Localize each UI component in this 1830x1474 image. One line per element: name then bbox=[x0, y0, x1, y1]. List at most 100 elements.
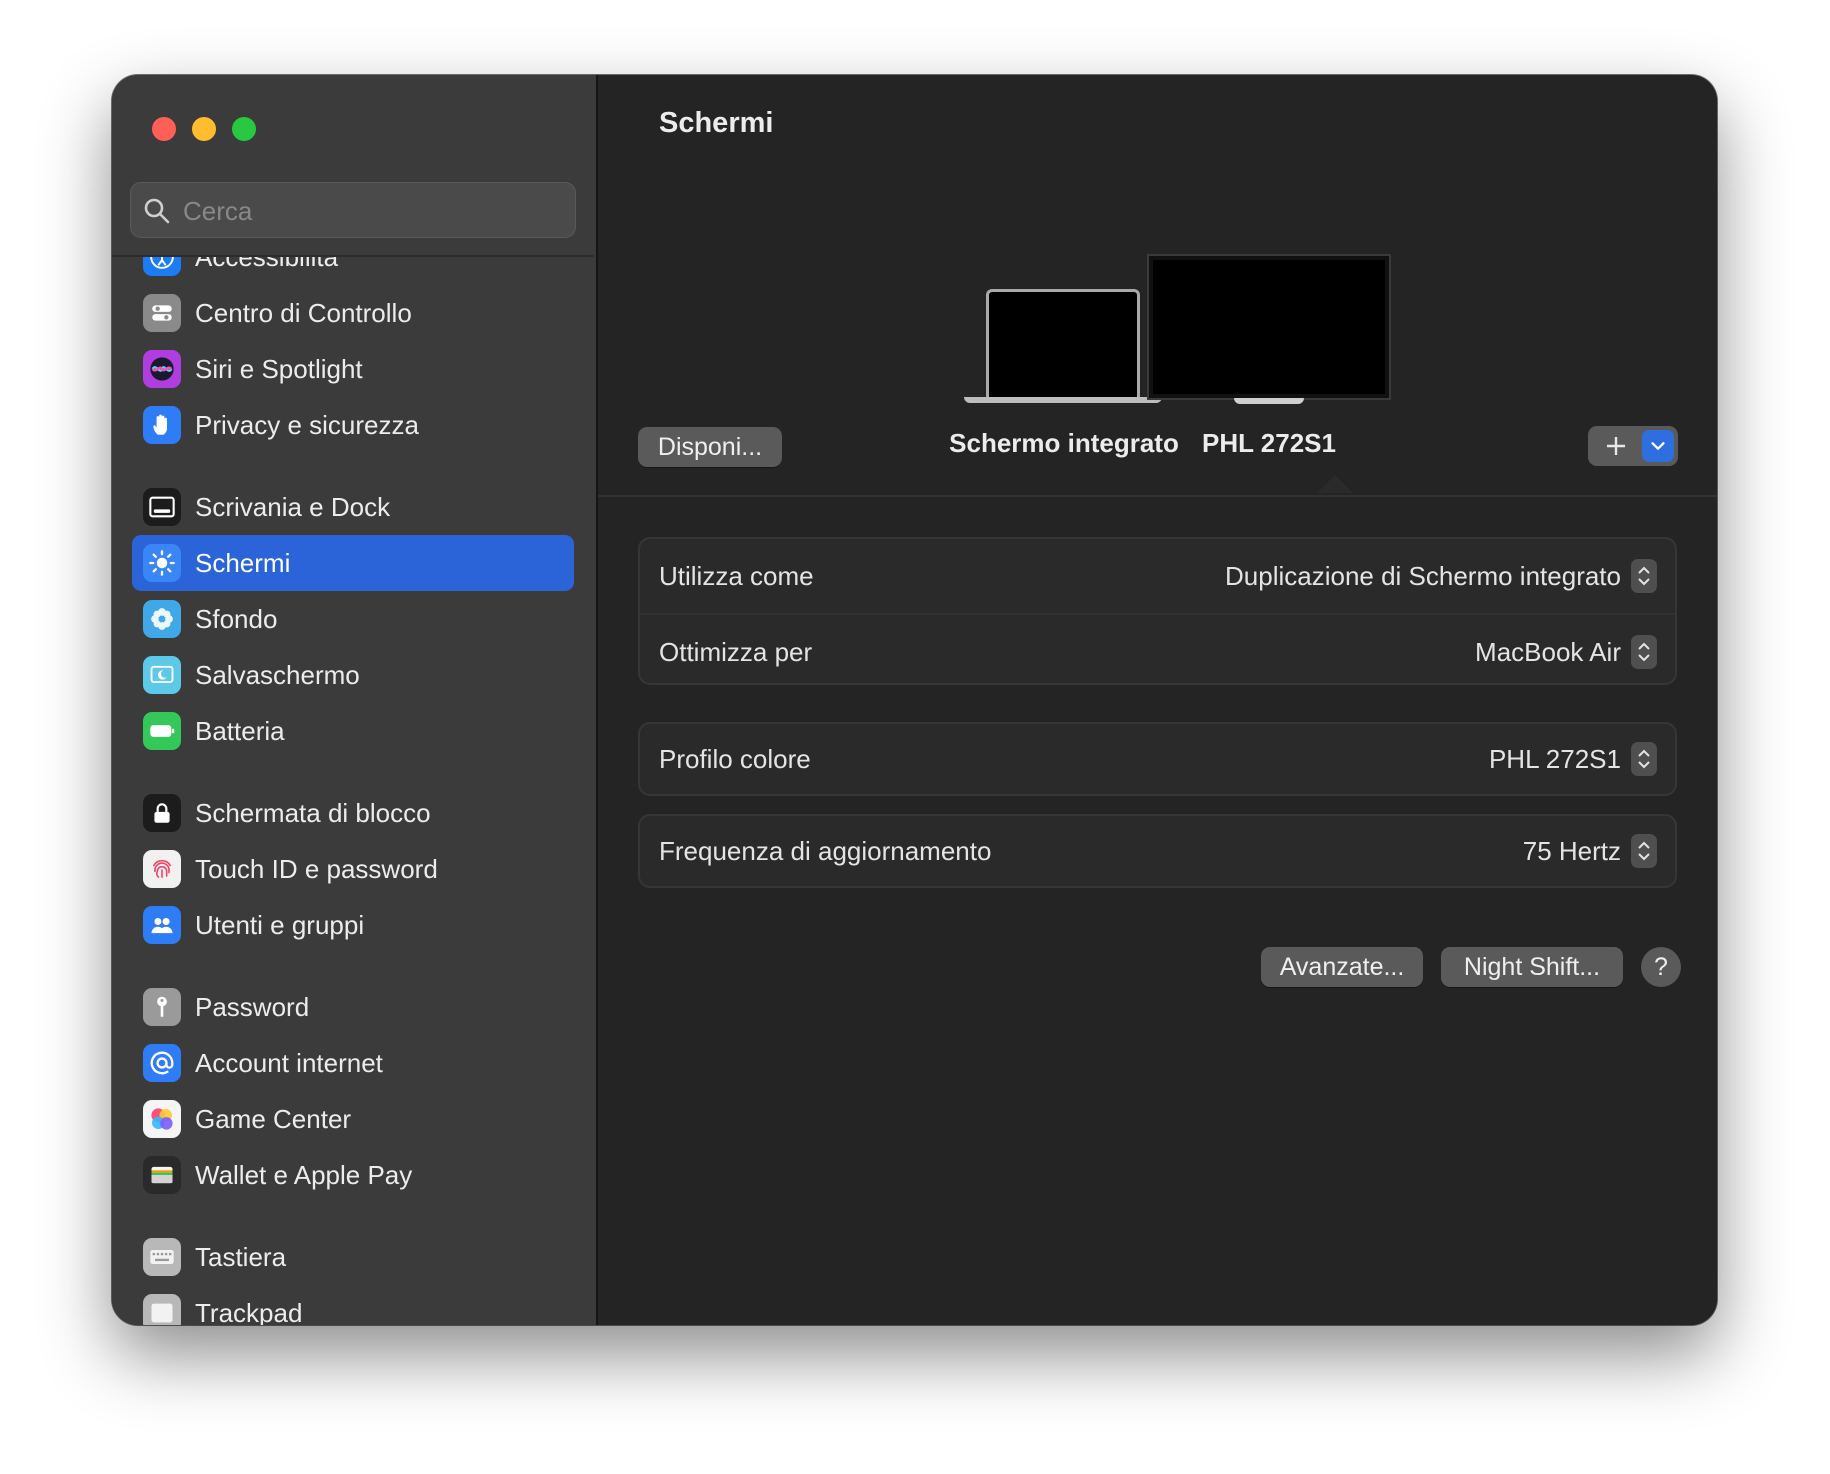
sidebar-item-touch-id-e-password[interactable]: Touch ID e password bbox=[132, 841, 574, 897]
display-arrangement: Disponi... Schermo integrato PHL 272S1 bbox=[598, 75, 1717, 497]
battery-icon bbox=[143, 712, 181, 750]
sidebar-item-label: Salvaschermo bbox=[195, 659, 360, 690]
optimize-for-row[interactable]: Ottimizza per MacBook Air bbox=[640, 613, 1675, 689]
search-field[interactable] bbox=[130, 182, 576, 239]
wallet-icon bbox=[143, 1156, 181, 1194]
optimize-for-label: Ottimizza per bbox=[659, 636, 813, 667]
sidebar-item-utenti-e-gruppi[interactable]: Utenti e gruppi bbox=[132, 897, 574, 953]
refresh-rate-value: 75 Hertz bbox=[1522, 835, 1621, 866]
users-icon bbox=[143, 906, 181, 944]
color-profile-row[interactable]: Profilo colore PHL 272S1 bbox=[640, 724, 1675, 794]
sidebar-item-batteria[interactable]: Batteria bbox=[132, 703, 574, 759]
add-display-control[interactable] bbox=[1588, 426, 1678, 466]
sidebar-item-trackpad[interactable]: Trackpad bbox=[132, 1285, 574, 1325]
sidebar-item-label: Schermata di blocco bbox=[195, 797, 431, 828]
dock-icon bbox=[143, 488, 181, 526]
sidebar-item-label: Account internet bbox=[195, 1047, 383, 1078]
refresh-rate-row[interactable]: Frequenza di aggiornamento 75 Hertz bbox=[640, 816, 1675, 886]
use-as-popup[interactable]: Duplicazione di Schermo integrato bbox=[1225, 559, 1657, 593]
updown-chevron-icon bbox=[1631, 635, 1657, 669]
wallpaper-icon bbox=[143, 600, 181, 638]
sidebar-item-label: Schermi bbox=[195, 547, 291, 578]
refresh-rate-label: Frequenza di aggiornamento bbox=[659, 835, 992, 866]
use-as-label: Utilizza come bbox=[659, 560, 814, 591]
sidebar-group: Tastiera Trackpad bbox=[112, 1229, 594, 1325]
display-mode-card: Utilizza come Duplicazione di Schermo in… bbox=[638, 537, 1677, 685]
color-profile-label: Profilo colore bbox=[659, 743, 811, 774]
sidebar-item-label: Wallet e Apple Pay bbox=[195, 1159, 413, 1190]
sidebar-group: Accessibilità Centro di Controllo Siri e S… bbox=[112, 257, 594, 453]
use-as-value: Duplicazione di Schermo integrato bbox=[1225, 560, 1621, 591]
help-button[interactable]: ? bbox=[1641, 947, 1681, 987]
sidebar-item-wallet-e-apple-pay[interactable]: Wallet e Apple Pay bbox=[132, 1147, 574, 1203]
color-profile-card: Profilo colore PHL 272S1 bbox=[638, 722, 1677, 796]
sidebar-item-accessibilità[interactable]: Accessibilità bbox=[132, 257, 574, 285]
sidebar-item-label: Accessibilità bbox=[195, 257, 338, 273]
arrange-button[interactable]: Disponi... bbox=[638, 427, 782, 467]
sidebar-item-label: Trackpad bbox=[195, 1297, 303, 1326]
sidebar-item-label: Privacy e sicurezza bbox=[195, 409, 419, 440]
sidebar-item-sfondo[interactable]: Sfondo bbox=[132, 591, 574, 647]
sidebar-item-label: Touch ID e password bbox=[195, 853, 438, 884]
brightness-icon bbox=[143, 544, 181, 582]
siri-icon bbox=[143, 350, 181, 388]
main-pane: Schermi Disponi... Schermo integrato PHL… bbox=[598, 75, 1717, 1325]
sidebar-item-password[interactable]: Password bbox=[132, 979, 574, 1035]
sidebar-item-label: Password bbox=[195, 991, 310, 1022]
at-icon bbox=[143, 1044, 181, 1082]
sidebar-item-label: Utenti e gruppi bbox=[195, 909, 365, 940]
sidebar-item-schermi[interactable]: Schermi bbox=[132, 535, 574, 591]
fingerprint-icon bbox=[143, 850, 181, 888]
advanced-button[interactable]: Avanzate... bbox=[1261, 947, 1423, 987]
sidebar-list[interactable]: Accessibilità Centro di Controllo Siri e S… bbox=[112, 257, 594, 1325]
sidebar-item-game-center[interactable]: Game Center bbox=[132, 1091, 574, 1147]
sidebar-group: Scrivania e Dock Schermi Sfondo Salvascherm… bbox=[112, 479, 594, 759]
use-as-row[interactable]: Utilizza come Duplicazione di Schermo in… bbox=[640, 539, 1675, 613]
color-profile-popup[interactable]: PHL 272S1 bbox=[1489, 742, 1657, 776]
sidebar-group: Schermata di blocco Touch ID e password Ut… bbox=[112, 785, 594, 953]
sidebar-item-siri-e-spotlight[interactable]: Siri e Spotlight bbox=[132, 341, 574, 397]
screensaver-icon bbox=[143, 656, 181, 694]
add-display-menu-button[interactable] bbox=[1642, 430, 1674, 462]
external-display-label: PHL 272S1 bbox=[1202, 428, 1336, 458]
search-icon bbox=[144, 198, 170, 224]
chevron-down-icon bbox=[1651, 442, 1665, 450]
selected-display-pointer bbox=[1317, 475, 1353, 493]
updown-chevron-icon bbox=[1631, 559, 1657, 593]
updown-chevron-icon bbox=[1631, 834, 1657, 868]
sidebar-group: Password Account internet Game Center Walle… bbox=[112, 979, 594, 1203]
sidebar-item-label: Batteria bbox=[195, 715, 285, 746]
game-center-icon bbox=[143, 1100, 181, 1138]
sidebar-item-account-internet[interactable]: Account internet bbox=[132, 1035, 574, 1091]
sidebar-item-schermata-di-blocco[interactable]: Schermata di blocco bbox=[132, 785, 574, 841]
window-controls bbox=[152, 117, 256, 141]
search-input[interactable] bbox=[181, 183, 565, 239]
settings-window: Accessibilità Centro di Controllo Siri e S… bbox=[112, 75, 1717, 1325]
sidebar-item-label: Game Center bbox=[195, 1103, 352, 1134]
color-profile-value: PHL 272S1 bbox=[1488, 743, 1621, 774]
sidebar-item-label: Sfondo bbox=[195, 603, 278, 634]
optimize-for-value: MacBook Air bbox=[1475, 636, 1621, 667]
builtin-display-thumbnail[interactable] bbox=[964, 289, 1162, 407]
sidebar-item-salvaschermo[interactable]: Salvaschermo bbox=[132, 647, 574, 703]
plus-icon[interactable] bbox=[1604, 434, 1628, 458]
optimize-for-popup[interactable]: MacBook Air bbox=[1475, 635, 1657, 669]
sidebar-item-label: Centro di Controllo bbox=[195, 297, 412, 328]
external-display-thumbnail[interactable] bbox=[1147, 254, 1391, 404]
refresh-rate-popup[interactable]: 75 Hertz bbox=[1523, 834, 1657, 868]
hand-icon bbox=[143, 406, 181, 444]
zoom-button[interactable] bbox=[232, 117, 256, 141]
night-shift-button[interactable]: Night Shift... bbox=[1441, 947, 1623, 987]
close-button[interactable] bbox=[152, 117, 176, 141]
sidebar-item-privacy-e-sicurezza[interactable]: Privacy e sicurezza bbox=[132, 397, 574, 453]
sidebar-item-centro-di-controllo[interactable]: Centro di Controllo bbox=[132, 285, 574, 341]
accessibility-icon bbox=[143, 257, 181, 276]
sidebar-item-tastiera[interactable]: Tastiera bbox=[132, 1229, 574, 1285]
sidebar-item-scrivania-e-dock[interactable]: Scrivania e Dock bbox=[132, 479, 574, 535]
lock-icon bbox=[143, 794, 181, 832]
minimize-button[interactable] bbox=[192, 117, 216, 141]
sidebar-item-label: Scrivania e Dock bbox=[195, 491, 391, 522]
sidebar-item-label: Tastiera bbox=[195, 1241, 287, 1272]
sidebar-item-label: Siri e Spotlight bbox=[195, 353, 363, 384]
trackpad-icon bbox=[143, 1294, 181, 1325]
